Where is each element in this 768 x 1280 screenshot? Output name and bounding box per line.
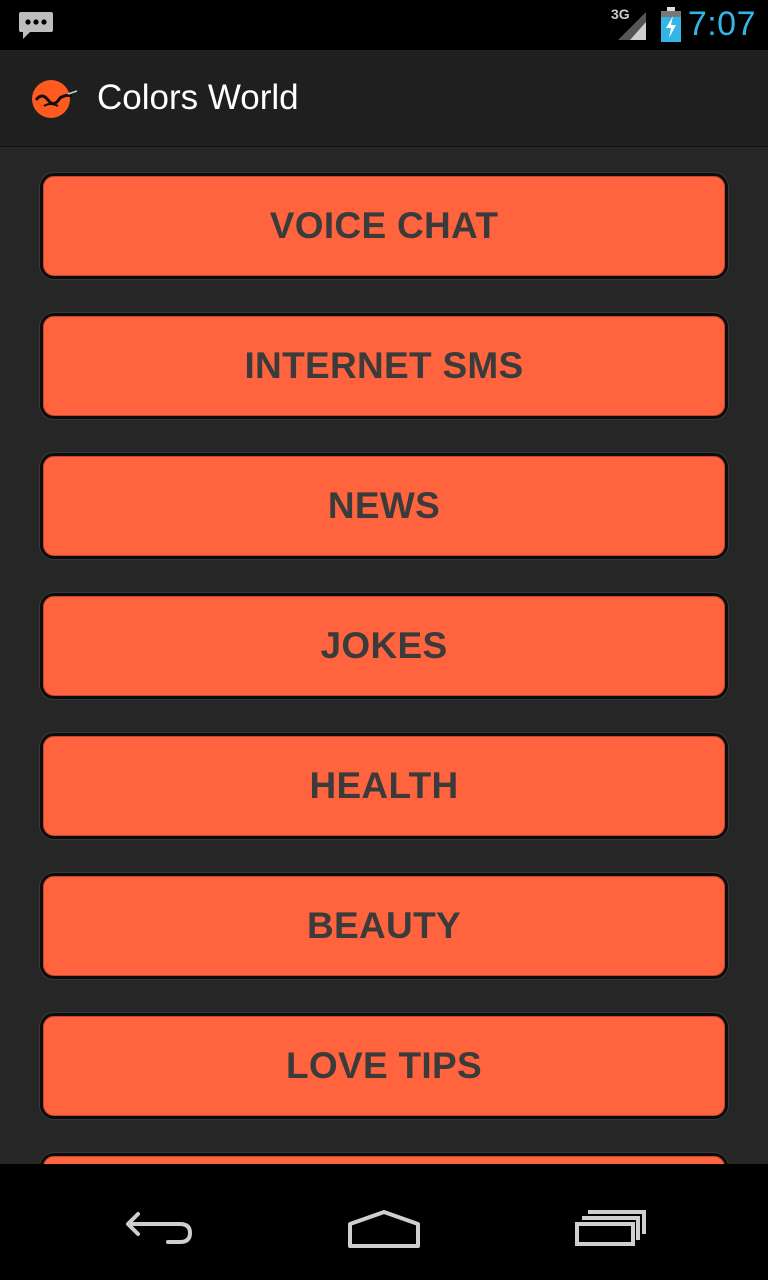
partial-menu-button[interactable] [40, 1153, 728, 1164]
home-icon[interactable] [346, 1206, 422, 1255]
battery-charging-icon [660, 7, 682, 48]
app-title: Colors World [97, 78, 299, 117]
back-icon[interactable] [124, 1206, 196, 1255]
recent-apps-icon[interactable] [574, 1206, 648, 1255]
menu-list: VOICE CHAT INTERNET SMS NEWS JOKES HEALT… [0, 147, 768, 1164]
app-logo-icon[interactable] [30, 78, 78, 125]
news-button[interactable]: NEWS [40, 453, 728, 559]
internet-sms-button[interactable]: INTERNET SMS [40, 313, 728, 419]
navigation-bar [0, 1184, 768, 1280]
voice-chat-button[interactable]: VOICE CHAT [40, 173, 728, 279]
love-tips-button[interactable]: LOVE TIPS [40, 1013, 728, 1119]
beauty-button[interactable]: BEAUTY [40, 873, 728, 979]
health-button[interactable]: HEALTH [40, 733, 728, 839]
signal-icon [612, 8, 648, 47]
clock: 7:07 [687, 5, 756, 43]
action-bar: Colors World [0, 50, 768, 147]
notification-chat-icon [18, 10, 54, 47]
status-bar: 3G 7:07 [0, 0, 768, 50]
jokes-button[interactable]: JOKES [40, 593, 728, 699]
